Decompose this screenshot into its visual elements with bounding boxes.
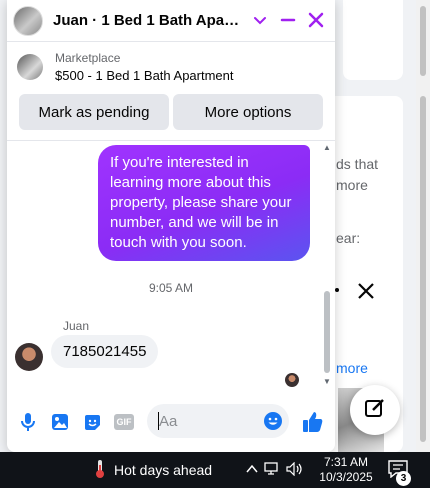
listing-source: Marketplace bbox=[55, 51, 121, 65]
clock-time: 7:31 AM bbox=[323, 455, 369, 469]
outgoing-message: If you're interested in learning more ab… bbox=[98, 145, 310, 261]
compose-icon bbox=[364, 397, 386, 424]
mark-as-pending-button[interactable]: Mark as pending bbox=[19, 94, 169, 130]
chat-avatar[interactable] bbox=[13, 5, 43, 36]
chevron-down-icon[interactable] bbox=[249, 8, 271, 32]
chat-window: Juan · 1 Bed 1 Bath Apartm... Marketplac… bbox=[7, 0, 335, 452]
gif-icon[interactable]: GIF bbox=[113, 411, 135, 433]
listing-thumbnail bbox=[17, 54, 43, 80]
page-scrollbar-thumb[interactable] bbox=[420, 6, 426, 76]
text-caret bbox=[158, 412, 159, 430]
network-icon[interactable] bbox=[264, 461, 280, 479]
minimize-icon[interactable] bbox=[277, 8, 299, 32]
scroll-down-icon[interactable]: ▼ bbox=[323, 377, 331, 386]
page-scrollbar[interactable] bbox=[416, 0, 430, 452]
sticker-icon[interactable] bbox=[81, 411, 103, 433]
thread-scrollbar-thumb[interactable] bbox=[324, 291, 330, 373]
chat-title[interactable]: Juan · 1 Bed 1 Bath Apartm... bbox=[53, 12, 243, 29]
listing-title: $500 - 1 Bed 1 Bath Apartment bbox=[55, 68, 234, 83]
new-message-button[interactable] bbox=[350, 385, 400, 435]
message-thread[interactable]: If you're interested in learning more ab… bbox=[7, 140, 335, 394]
background-snippet-1: ds that bbox=[336, 156, 379, 172]
sender-name: Juan bbox=[63, 319, 90, 333]
background-see-more-link[interactable]: more bbox=[336, 360, 368, 376]
notification-count-badge: 3 bbox=[396, 471, 411, 486]
page-scrollbar-thumb-2[interactable] bbox=[420, 96, 426, 442]
clock-date: 10/3/2025 bbox=[319, 470, 373, 484]
background-card-top bbox=[343, 0, 403, 80]
thread-scrollbar[interactable]: ▲ ▼ bbox=[321, 141, 333, 395]
close-icon[interactable] bbox=[305, 8, 327, 32]
background-close-icon[interactable] bbox=[356, 281, 376, 306]
thumbs-up-icon[interactable] bbox=[301, 410, 325, 434]
sender-avatar[interactable] bbox=[15, 343, 43, 371]
weather-text: Hot days ahead bbox=[114, 462, 213, 478]
weather-widget[interactable]: Hot days ahead bbox=[94, 452, 212, 488]
background-snippet-2: more bbox=[336, 177, 368, 193]
listing-summary[interactable]: Marketplace $500 - 1 Bed 1 Bath Apartmen… bbox=[7, 43, 335, 91]
system-tray bbox=[246, 452, 304, 488]
listing-actions: Mark as pending More options bbox=[19, 94, 323, 130]
thermometer-icon bbox=[94, 459, 106, 482]
more-options-button[interactable]: More options bbox=[173, 94, 323, 130]
background-more-dot bbox=[335, 288, 339, 292]
scroll-up-icon[interactable]: ▲ bbox=[323, 143, 331, 152]
seen-indicator-avatar bbox=[285, 373, 299, 387]
incoming-message: 7185021455 bbox=[51, 335, 159, 368]
taskbar-clock[interactable]: 7:31 AM 10/3/2025 bbox=[316, 455, 376, 485]
chat-header[interactable]: Juan · 1 Bed 1 Bath Apartm... bbox=[7, 0, 335, 42]
taskbar: Hot days ahead 7:31 AM 10/3/2025 3 bbox=[0, 452, 430, 488]
chevron-up-icon[interactable] bbox=[246, 463, 258, 477]
speaker-icon[interactable] bbox=[286, 461, 304, 479]
background-snippet-3: ear: bbox=[336, 230, 361, 246]
emoji-icon[interactable] bbox=[263, 411, 283, 431]
microphone-icon[interactable] bbox=[17, 411, 39, 433]
photo-icon[interactable] bbox=[49, 411, 71, 433]
message-composer: GIF bbox=[7, 398, 335, 446]
message-timestamp: 9:05 AM bbox=[148, 281, 194, 295]
